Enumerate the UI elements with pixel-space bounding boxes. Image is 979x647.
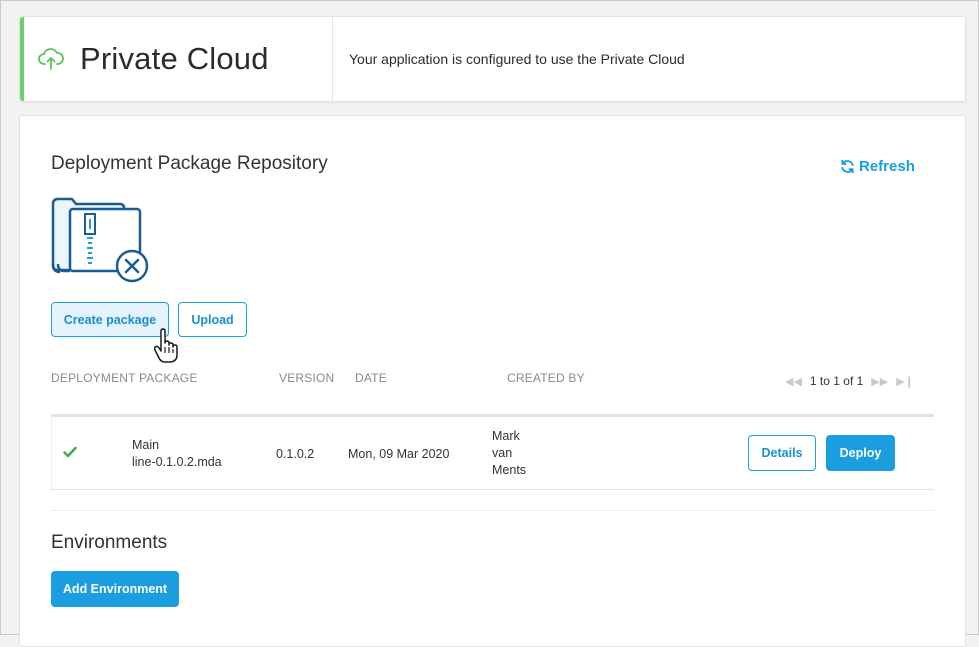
- header-accent-bar: [20, 17, 24, 101]
- app-window: Private Cloud Your application is config…: [0, 0, 979, 647]
- first-page-icon[interactable]: ◀◀: [785, 375, 802, 388]
- deploy-button[interactable]: Deploy: [826, 435, 895, 471]
- column-header-date: DATE: [355, 371, 387, 385]
- environments-title: Environments: [51, 532, 168, 553]
- repository-title: Deployment Package Repository: [51, 153, 328, 174]
- column-header-version: VERSION: [279, 371, 335, 385]
- zip-folder-illustration-icon: [51, 197, 149, 283]
- package-date: Mon, 09 Mar 2020: [348, 447, 450, 461]
- check-icon: [63, 446, 77, 458]
- upload-button[interactable]: Upload: [178, 302, 247, 337]
- created-by-line: Mark: [492, 429, 520, 443]
- created-by-line: Ments: [492, 463, 527, 477]
- header-message: Your application is configured to use th…: [349, 51, 685, 67]
- package-name: Main line-0.1.0.2.mda: [132, 437, 222, 471]
- package-created-by: Mark van Ments: [492, 428, 526, 479]
- package-name-line: Main: [132, 438, 160, 452]
- pager-text: 1 to 1 of 1: [809, 374, 864, 388]
- next-page-icon[interactable]: ▶▶: [871, 375, 888, 388]
- header-card: Private Cloud Your application is config…: [19, 16, 966, 102]
- column-header-created-by: CREATED BY: [507, 371, 585, 385]
- repository-card: Deployment Package Repository Refresh Cr…: [19, 115, 966, 647]
- column-header-package: DEPLOYMENT PACKAGE: [51, 371, 198, 385]
- hand-cursor-icon: [153, 328, 178, 363]
- package-version: 0.1.0.2: [276, 447, 315, 461]
- refresh-button[interactable]: Refresh: [840, 158, 915, 175]
- last-page-icon[interactable]: ▶❙: [896, 375, 914, 388]
- header-divider: [332, 17, 333, 101]
- refresh-label: Refresh: [859, 158, 915, 175]
- table-row: Main line-0.1.0.2.mda 0.1.0.2 Mon, 09 Ma…: [51, 417, 934, 490]
- created-by-line: van: [492, 446, 513, 460]
- cloud-upload-icon: [38, 48, 64, 70]
- page-title: Private Cloud: [80, 41, 269, 76]
- details-button[interactable]: Details: [748, 435, 816, 471]
- add-environment-button[interactable]: Add Environment: [51, 571, 179, 607]
- create-package-button[interactable]: Create package: [51, 302, 169, 337]
- pagination: ◀◀ 1 to 1 of 1 ▶▶ ▶❙: [785, 374, 914, 388]
- package-file-line: line-0.1.0.2.mda: [132, 455, 222, 469]
- section-divider: [51, 510, 934, 511]
- refresh-icon: [841, 159, 854, 174]
